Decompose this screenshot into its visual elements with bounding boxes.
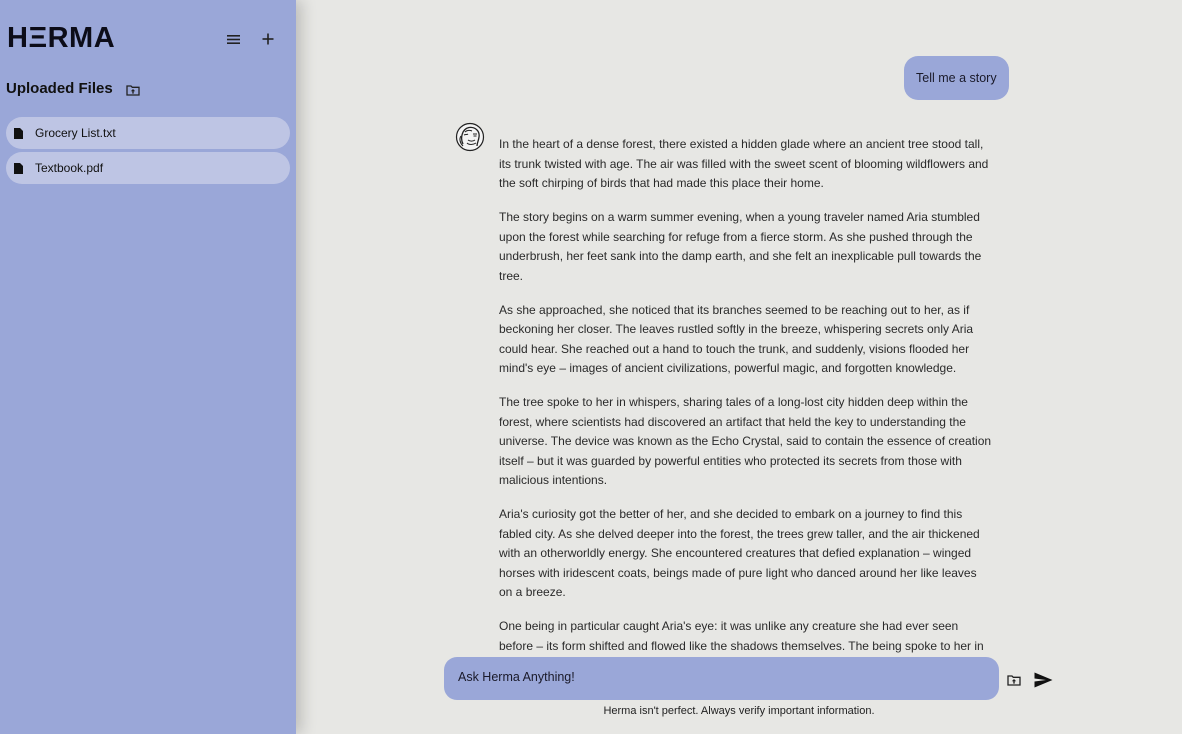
folder-upload-icon — [126, 85, 140, 96]
folder-upload-button[interactable] — [125, 82, 141, 98]
app-window: HΞRMA Uploaded Files Grocery List.txt Te… — [0, 0, 1182, 734]
chat-area: Tell me a story In the heart of a dense … — [296, 0, 1182, 734]
file-icon — [14, 162, 26, 174]
menu-button[interactable] — [221, 27, 245, 51]
file-item-textbook[interactable]: Textbook.pdf — [6, 152, 290, 184]
user-message-bubble: Tell me a story — [904, 56, 1009, 100]
assistant-paragraph: In the heart of a dense forest, there ex… — [499, 137, 989, 190]
chat-input[interactable] — [456, 669, 991, 685]
file-list: Grocery List.txt Textbook.pdf — [6, 117, 290, 187]
file-name: Grocery List.txt — [35, 126, 116, 140]
file-icon — [14, 127, 26, 139]
message-composer — [444, 657, 999, 700]
assistant-message: In the heart of a dense forest, there ex… — [499, 135, 993, 655]
sidebar: HΞRMA Uploaded Files Grocery List.txt Te… — [0, 0, 296, 734]
attach-file-button[interactable] — [1005, 671, 1023, 689]
new-chat-button[interactable] — [256, 27, 280, 51]
file-item-grocery-list[interactable]: Grocery List.txt — [6, 117, 290, 149]
assistant-paragraph: Aria's curiosity got the better of her, … — [499, 507, 980, 599]
disclaimer-text: Herma isn't perfect. Always verify impor… — [603, 705, 875, 717]
app-logo: HΞRMA — [7, 22, 116, 54]
send-icon — [1034, 672, 1052, 688]
folder-upload-icon — [1007, 675, 1021, 686]
assistant-paragraph: As she approached, she noticed that its … — [499, 302, 974, 376]
send-button[interactable] — [1032, 670, 1054, 690]
herma-avatar-icon — [455, 122, 485, 152]
menu-icon — [226, 34, 240, 44]
uploaded-files-title: Uploaded Files — [6, 80, 113, 97]
file-name: Textbook.pdf — [35, 161, 104, 175]
assistant-paragraph: One being in particular caught Aria's ey… — [499, 619, 984, 653]
plus-icon — [262, 33, 274, 45]
assistant-paragraph: The tree spoke to her in whispers, shari… — [499, 395, 992, 487]
assistant-avatar — [455, 122, 485, 152]
assistant-paragraph: The story begins on a warm summer evenin… — [499, 210, 982, 283]
uploaded-files-header: Uploaded Files — [6, 79, 141, 98]
